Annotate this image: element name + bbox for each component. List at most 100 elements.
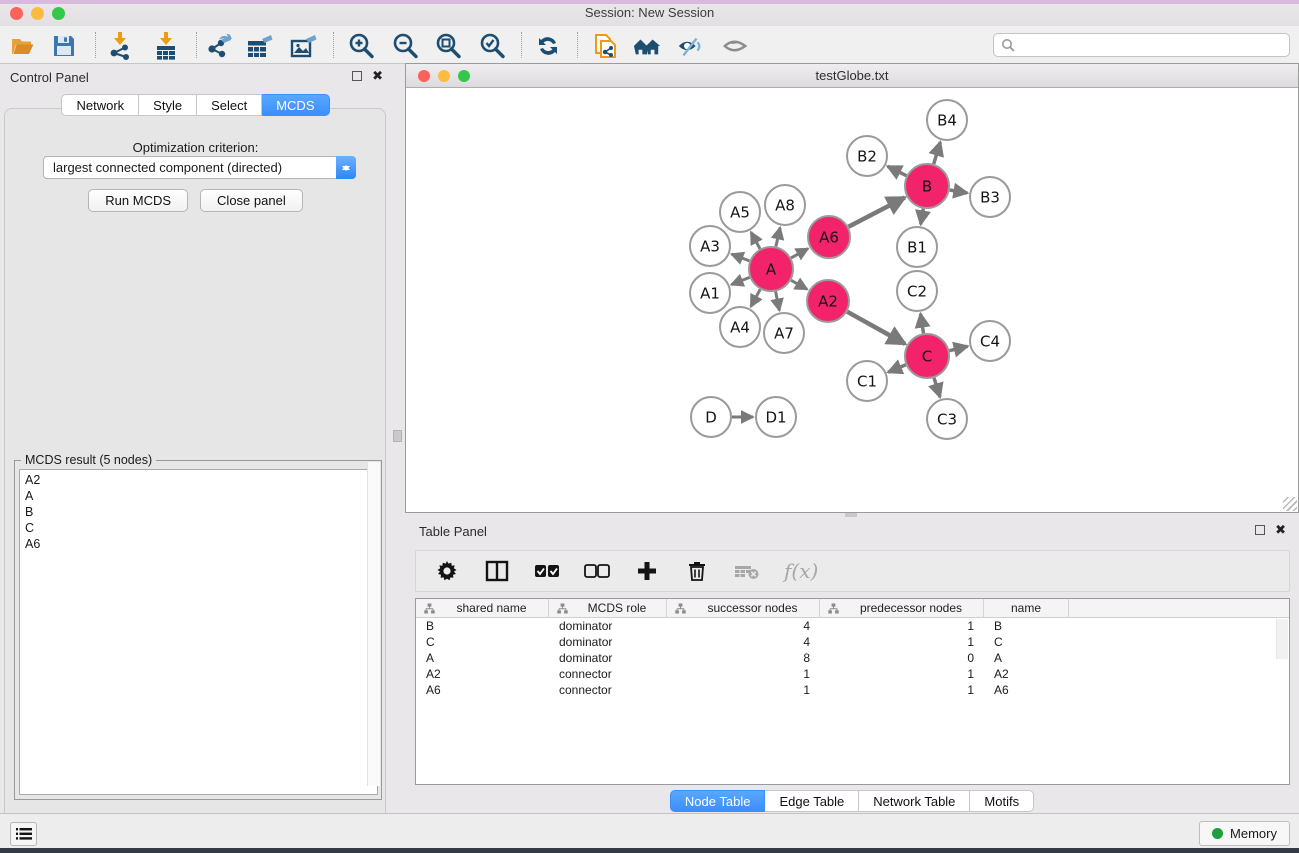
- table-cell[interactable]: A2: [416, 666, 549, 682]
- table-cell[interactable]: A: [984, 650, 1069, 666]
- table-cell[interactable]: A6: [416, 682, 549, 698]
- table-cell[interactable]: 1: [820, 682, 984, 698]
- zoom-in-icon[interactable]: [347, 32, 375, 60]
- select-all-columns-icon[interactable]: [534, 558, 560, 584]
- table-cell[interactable]: 1: [820, 666, 984, 682]
- graph-node-C1[interactable]: C1: [847, 361, 887, 401]
- export-table-icon[interactable]: [246, 32, 274, 60]
- mcds-result-item[interactable]: B: [25, 504, 377, 520]
- tab-edge-table[interactable]: Edge Table: [765, 790, 859, 812]
- table-cell[interactable]: connector: [549, 682, 667, 698]
- clone-network-icon[interactable]: [592, 32, 620, 60]
- mcds-result-item[interactable]: C: [25, 520, 377, 536]
- export-image-icon[interactable]: [290, 32, 318, 60]
- run-mcds-button[interactable]: Run MCDS: [88, 189, 188, 212]
- table-cell[interactable]: C: [416, 634, 549, 650]
- graph-node-A3[interactable]: A3: [690, 226, 730, 266]
- column-header-MCDS-role[interactable]: MCDS role: [549, 599, 667, 617]
- first-neighbors-icon[interactable]: [633, 32, 661, 60]
- table-cell[interactable]: dominator: [549, 634, 667, 650]
- table-cell[interactable]: connector: [549, 666, 667, 682]
- graph-node-A1[interactable]: A1: [690, 273, 730, 313]
- resize-grip-icon[interactable]: [1283, 497, 1297, 511]
- graph-node-B2[interactable]: B2: [847, 136, 887, 176]
- table-row[interactable]: A6connector11A6: [416, 682, 1289, 698]
- network-canvas[interactable]: AA1A2A3A4A5A6A7A8BB1B2B3B4CC1C2C3C4DD1: [406, 88, 1298, 512]
- save-session-icon[interactable]: [50, 32, 78, 60]
- column-header-successor-nodes[interactable]: successor nodes: [667, 599, 820, 617]
- export-network-icon[interactable]: [205, 32, 233, 60]
- column-header-predecessor-nodes[interactable]: predecessor nodes: [820, 599, 984, 617]
- table-row[interactable]: A2connector11A2: [416, 666, 1289, 682]
- table-cell[interactable]: 1: [667, 666, 820, 682]
- column-header-shared-name[interactable]: shared name: [416, 599, 549, 617]
- zoom-out-icon[interactable]: [391, 32, 419, 60]
- task-history-button[interactable]: [10, 822, 37, 846]
- graph-node-C3[interactable]: C3: [927, 399, 967, 439]
- graph-node-B4[interactable]: B4: [927, 100, 967, 140]
- table-cell[interactable]: A: [416, 650, 549, 666]
- table-cell[interactable]: A2: [984, 666, 1069, 682]
- mcds-list-scrollbar[interactable]: [367, 462, 380, 786]
- graph-node-A[interactable]: A: [749, 247, 793, 291]
- tab-select[interactable]: Select: [197, 94, 262, 116]
- tab-node-table[interactable]: Node Table: [670, 790, 766, 812]
- table-row[interactable]: Bdominator41B: [416, 618, 1289, 634]
- table-cell[interactable]: C: [984, 634, 1069, 650]
- table-cell[interactable]: B: [416, 618, 549, 634]
- import-table-icon[interactable]: [152, 32, 180, 60]
- float-panel-icon[interactable]: [352, 71, 362, 81]
- tab-style[interactable]: Style: [139, 94, 197, 116]
- table-cell[interactable]: 1: [820, 618, 984, 634]
- table-cell[interactable]: 1: [667, 682, 820, 698]
- graph-node-A8[interactable]: A8: [765, 185, 805, 225]
- close-table-panel-icon[interactable]: ✖: [1275, 525, 1286, 535]
- mcds-result-item[interactable]: A6: [25, 536, 377, 552]
- table-row[interactable]: Adominator80A: [416, 650, 1289, 666]
- table-cell[interactable]: 0: [820, 650, 984, 666]
- column-panel-icon[interactable]: [484, 558, 510, 584]
- search-field[interactable]: [993, 33, 1290, 57]
- graph-node-B1[interactable]: B1: [897, 227, 937, 267]
- table-cell[interactable]: dominator: [549, 618, 667, 634]
- graph-node-A4[interactable]: A4: [720, 307, 760, 347]
- graph-node-C[interactable]: C: [905, 334, 949, 378]
- delete-column-trash-icon[interactable]: [684, 558, 710, 584]
- graph-node-B3[interactable]: B3: [970, 177, 1010, 217]
- tab-mcds[interactable]: MCDS: [262, 94, 329, 116]
- graph-node-B[interactable]: B: [905, 164, 949, 208]
- table-cell[interactable]: 1: [820, 634, 984, 650]
- table-settings-gear-icon[interactable]: [434, 558, 460, 584]
- hide-panel-eye-icon[interactable]: [676, 32, 704, 60]
- horizontal-divider-handle[interactable]: [845, 513, 857, 517]
- tab-network-table[interactable]: Network Table: [859, 790, 970, 812]
- table-cell[interactable]: 4: [667, 634, 820, 650]
- table-row[interactable]: Cdominator41C: [416, 634, 1289, 650]
- column-header-name[interactable]: name: [984, 599, 1069, 617]
- table-cell[interactable]: 8: [667, 650, 820, 666]
- close-panel-icon[interactable]: ✖: [372, 71, 383, 81]
- table-scrollbar[interactable]: [1276, 619, 1288, 659]
- float-table-panel-icon[interactable]: [1255, 525, 1265, 535]
- unselect-all-columns-icon[interactable]: [584, 558, 610, 584]
- table-cell[interactable]: B: [984, 618, 1069, 634]
- vertical-divider-handle[interactable]: [393, 430, 402, 442]
- open-file-icon[interactable]: [9, 32, 37, 60]
- graph-node-C4[interactable]: C4: [970, 321, 1010, 361]
- search-input[interactable]: [1015, 38, 1289, 52]
- refresh-icon[interactable]: [534, 32, 562, 60]
- mcds-result-item[interactable]: A2: [25, 472, 377, 488]
- graph-node-A2[interactable]: A2: [807, 280, 849, 322]
- table-cell[interactable]: dominator: [549, 650, 667, 666]
- show-panel-eye-icon[interactable]: [721, 32, 749, 60]
- graph-node-A7[interactable]: A7: [764, 313, 804, 353]
- table-cell[interactable]: A6: [984, 682, 1069, 698]
- tab-motifs[interactable]: Motifs: [970, 790, 1034, 812]
- graph-node-A5[interactable]: A5: [720, 192, 760, 232]
- mcds-result-item[interactable]: A: [25, 488, 377, 504]
- table-cell[interactable]: 4: [667, 618, 820, 634]
- memory-button[interactable]: Memory: [1199, 821, 1290, 846]
- close-panel-button[interactable]: Close panel: [200, 189, 303, 212]
- graph-node-A6[interactable]: A6: [808, 216, 850, 258]
- graph-node-D[interactable]: D: [691, 397, 731, 437]
